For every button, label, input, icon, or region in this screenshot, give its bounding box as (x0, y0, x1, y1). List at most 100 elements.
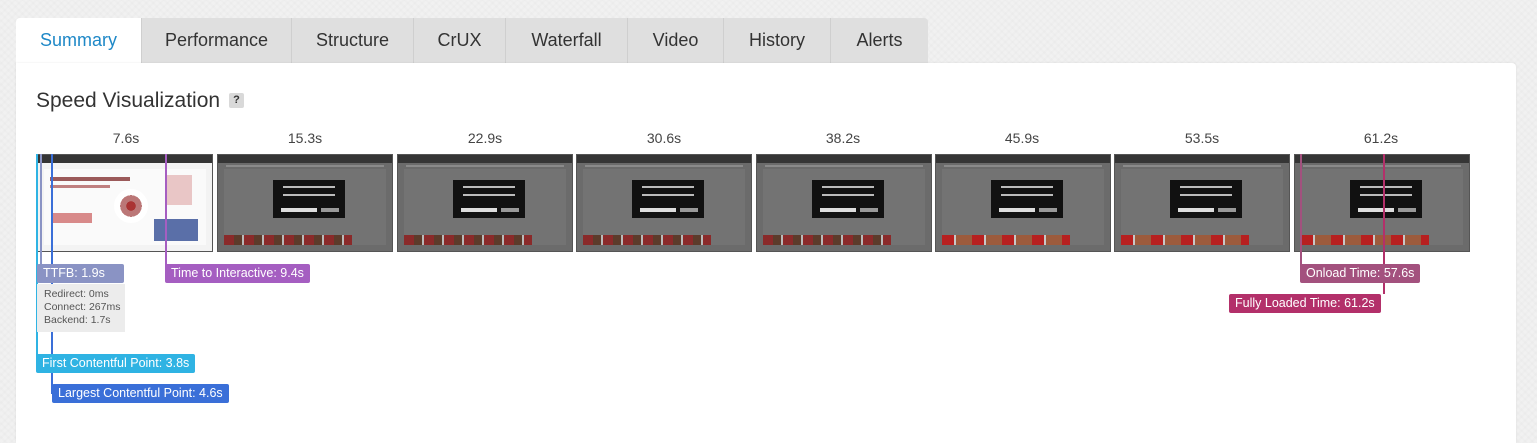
frame-modal (991, 180, 1063, 218)
frame-browser-bar (936, 155, 1110, 163)
tab-waterfall[interactable]: Waterfall (506, 18, 628, 63)
frame-modal (453, 180, 525, 218)
frame-heading (50, 177, 130, 181)
frame-subheading (50, 185, 110, 188)
frame-modal (812, 180, 884, 218)
frame-modal-input (461, 208, 497, 212)
lcp-marker[interactable]: Largest Contentful Point: 4.6s (52, 384, 229, 403)
tab-crux[interactable]: CrUX (414, 18, 506, 63)
frame-image-strip (1121, 235, 1249, 245)
frame-modal-button (321, 208, 339, 212)
frame-modal-line (1001, 186, 1053, 188)
backend-detail: Backend: 1.7s (44, 314, 111, 326)
filmstrip-frame[interactable] (37, 154, 213, 252)
ttfb-marker-line (40, 154, 42, 266)
frame-time-label: 30.6s (646, 130, 682, 146)
filmstrip-frame[interactable] (397, 154, 573, 252)
frame-modal-line (463, 194, 515, 196)
frame-image-strip (1301, 235, 1429, 245)
frame-banner (154, 219, 198, 241)
help-icon[interactable]: ? (229, 93, 244, 108)
fcp-marker-line (36, 154, 38, 364)
frame-nav (765, 165, 923, 167)
filmstrip-frame[interactable] (576, 154, 752, 252)
frame-time-label: 53.5s (1184, 130, 1220, 146)
frame-nav (226, 165, 384, 167)
frame-nav (406, 165, 564, 167)
tab-history[interactable]: History (724, 18, 831, 63)
frame-image-strip (404, 235, 532, 245)
frame-modal-line (1360, 194, 1412, 196)
frame-modal-button (1398, 208, 1416, 212)
frame-modal-button (860, 208, 878, 212)
frame-image-strip (942, 235, 1070, 245)
frame-modal-line (283, 194, 335, 196)
frame-modal-input (640, 208, 676, 212)
ttfb-details: Redirect: 0ms Connect: 267ms Backend: 1.… (37, 284, 125, 332)
frame-browser-bar (1295, 155, 1469, 163)
frame-browser-bar (757, 155, 931, 163)
frame-time-label: 61.2s (1363, 130, 1399, 146)
frame-time-label: 15.3s (287, 130, 323, 146)
frame-modal-input (1358, 208, 1394, 212)
summary-panel (16, 63, 1516, 443)
frame-modal-line (1001, 194, 1053, 196)
frame-modal-button (501, 208, 519, 212)
onload-marker-line (1300, 154, 1302, 266)
frame-browser-bar (577, 155, 751, 163)
frame-modal (273, 180, 345, 218)
fcp-marker[interactable]: First Contentful Point: 3.8s (36, 354, 196, 373)
onload-marker[interactable]: Onload Time: 57.6s (1300, 264, 1421, 283)
frame-modal-button (1039, 208, 1057, 212)
fully-loaded-marker[interactable]: Fully Loaded Time: 61.2s (1229, 294, 1381, 313)
frame-browser-bar (1115, 155, 1289, 163)
filmstrip-frame[interactable] (756, 154, 932, 252)
connect-detail: Connect: 267ms (44, 301, 121, 313)
frame-modal-line (1180, 194, 1232, 196)
tab-alerts[interactable]: Alerts (831, 18, 928, 63)
frame-modal-line (642, 194, 694, 196)
tab-summary[interactable]: Summary (16, 18, 142, 63)
frame-modal-input (999, 208, 1035, 212)
frame-nav (1303, 165, 1461, 167)
frame-time-label: 7.6s (112, 130, 140, 146)
frame-modal-line (463, 186, 515, 188)
frame-modal-input (820, 208, 856, 212)
frame-modal (1350, 180, 1422, 218)
frame-modal-input (1178, 208, 1214, 212)
frame-nav (944, 165, 1102, 167)
frame-modal-line (1180, 186, 1232, 188)
redirect-detail: Redirect: 0ms (44, 288, 109, 300)
tti-marker[interactable]: Time to Interactive: 9.4s (165, 264, 310, 283)
tab-bar: Summary Performance Structure CrUX Water… (16, 18, 928, 63)
frame-modal-button (680, 208, 698, 212)
tab-video[interactable]: Video (628, 18, 724, 63)
frame-modal-line (283, 186, 335, 188)
tab-structure[interactable]: Structure (292, 18, 414, 63)
frame-browser-bar (38, 155, 212, 163)
frame-graphic (114, 189, 148, 223)
frame-browser-bar (218, 155, 392, 163)
frame-time-label: 22.9s (467, 130, 503, 146)
frame-modal (632, 180, 704, 218)
ttfb-marker[interactable]: TTFB: 1.9s (37, 264, 124, 283)
frame-image-strip (583, 235, 711, 245)
frame-modal-line (822, 194, 874, 196)
frame-modal-line (1360, 186, 1412, 188)
tab-performance[interactable]: Performance (142, 18, 292, 63)
frame-nav (585, 165, 743, 167)
frame-modal-line (822, 186, 874, 188)
frame-time-label: 38.2s (825, 130, 861, 146)
filmstrip-frame[interactable] (1114, 154, 1290, 252)
frame-modal-button (1218, 208, 1236, 212)
frame-modal-line (642, 186, 694, 188)
frame-photo (166, 175, 192, 205)
filmstrip-frame[interactable] (935, 154, 1111, 252)
frame-page (44, 169, 206, 245)
filmstrip-frame[interactable] (217, 154, 393, 252)
frame-image-strip (224, 235, 352, 245)
section-title: Speed Visualization (36, 89, 221, 112)
tti-marker-line (165, 154, 167, 266)
frame-time-label: 45.9s (1004, 130, 1040, 146)
filmstrip-frame[interactable] (1294, 154, 1470, 252)
